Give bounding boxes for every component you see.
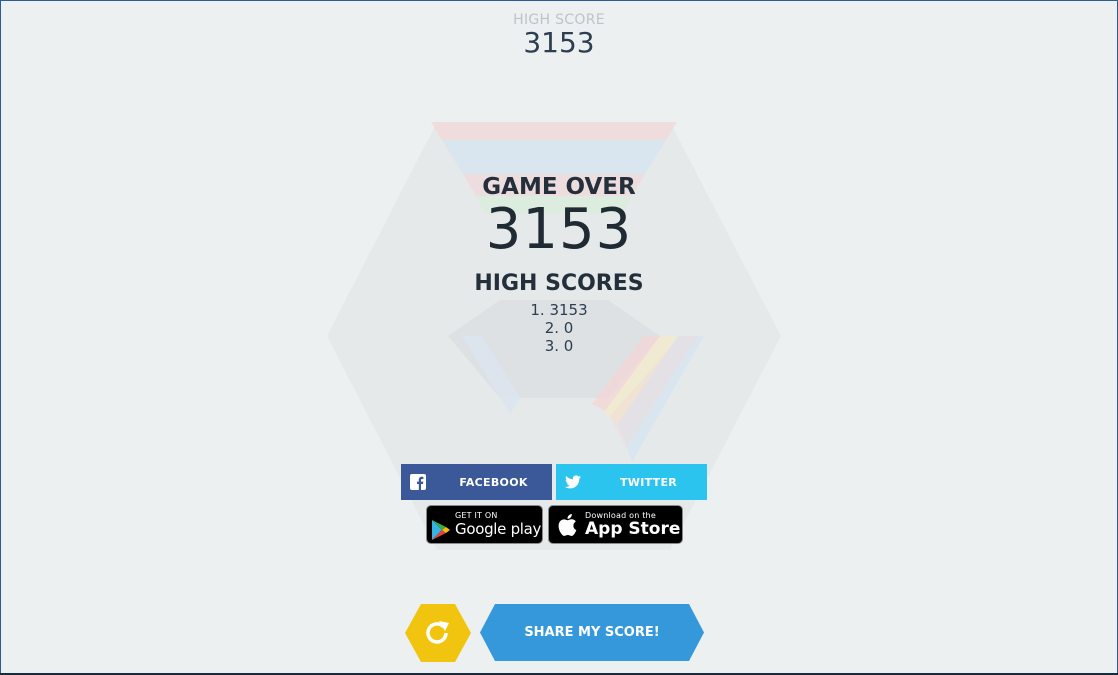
google-play-icon (431, 519, 451, 541)
app-store-badge[interactable]: Download on the App Store (548, 505, 683, 544)
google-play-small-text: GET IT ON (455, 511, 498, 520)
high-score-entry: 3. 0 (544, 337, 574, 355)
high-score-entry: 2. 0 (544, 319, 574, 337)
app-store-big-text: App Store (585, 519, 681, 539)
twitter-label: TWITTER (619, 475, 678, 489)
high-score-value: 3153 (523, 26, 595, 59)
restart-button[interactable] (405, 604, 471, 662)
falling-block-blue (442, 140, 666, 174)
share-score-button[interactable] (480, 604, 704, 661)
facebook-share-button[interactable]: FACEBOOK (401, 464, 552, 500)
twitter-share-button[interactable]: TWITTER (556, 464, 707, 500)
high-score-entry: 1. 3153 (530, 301, 588, 319)
apple-icon (557, 513, 577, 537)
high-scores-list: 1. 3153 2. 0 3. 0 (0, 301, 1118, 355)
facebook-icon (401, 474, 435, 490)
falling-block-red (431, 122, 677, 140)
google-play-big-text: Google play (455, 520, 542, 538)
high-scores-title: HIGH SCORES (474, 271, 644, 296)
facebook-label: FACEBOOK (459, 475, 528, 489)
final-score: 3153 (485, 197, 633, 262)
google-play-badge[interactable]: GET IT ON Google play (426, 505, 543, 544)
twitter-icon (556, 475, 590, 489)
